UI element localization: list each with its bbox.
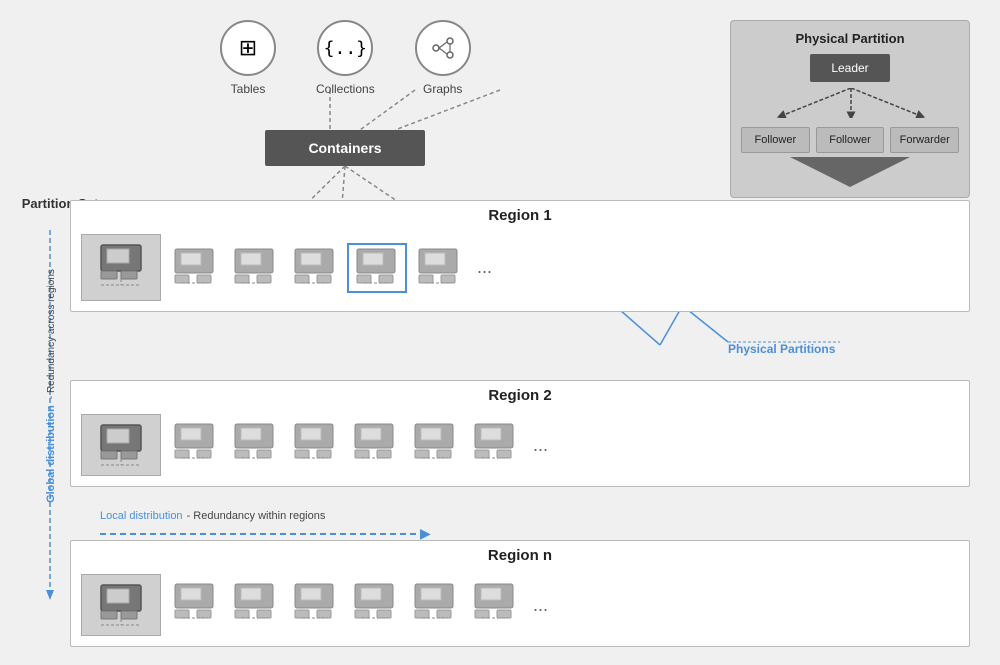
physical-partitions-label: Physical Partitions	[728, 342, 835, 356]
server-node-r2-1	[169, 422, 221, 469]
follower-box-1: Follower	[741, 127, 810, 153]
collections-icon-group: {..} Collections	[316, 20, 375, 96]
server-node-r3-4	[349, 582, 401, 629]
server-node-r2-4	[349, 422, 401, 469]
local-dist-label: Local distribution	[100, 510, 183, 522]
server-node-r3-6	[469, 582, 521, 629]
region-3-header: Region n	[71, 541, 969, 568]
tables-label: Tables	[231, 82, 266, 96]
region-2-header: Region 2	[71, 381, 969, 408]
collections-label: Collections	[316, 82, 375, 96]
region-1-header: Region 1	[71, 201, 969, 228]
collections-icon: {..}	[317, 20, 373, 76]
global-dist-label: Global distribution - Redundancy across …	[45, 269, 57, 503]
follower-box-2: Follower	[816, 127, 885, 153]
server-node-r2-5	[409, 422, 461, 469]
forwarder-box: Forwarder	[890, 127, 959, 153]
tables-icon: ⊞	[220, 20, 276, 76]
region-3-ellipsis: ...	[529, 595, 548, 616]
server-icon-ps1	[91, 241, 151, 294]
server-node-r1-3	[289, 247, 341, 289]
region-1-rows: ...	[71, 228, 969, 311]
server-node-r1-2	[229, 247, 281, 289]
local-dist-suffix: - Redundancy within regions	[187, 510, 326, 522]
graphs-icon	[415, 20, 471, 76]
graphs-label: Graphs	[423, 82, 462, 96]
region-2-container: Region 2 ...	[70, 380, 970, 487]
server-node-r1-4-highlight	[349, 245, 405, 291]
physical-partition-title: Physical Partition	[741, 31, 959, 46]
server-node-r2-2	[229, 422, 281, 469]
graphs-icon-group: Graphs	[415, 20, 471, 96]
main-canvas: ⊞ Tables {..} Collections Graphs Contai	[0, 0, 1000, 665]
server-node-r3-5	[409, 582, 461, 629]
local-distribution: Local distribution - Redundancy within r…	[100, 510, 431, 542]
region-2-rows: ...	[71, 408, 969, 486]
local-dist-text: Local distribution - Redundancy within r…	[100, 510, 431, 522]
local-dist-line	[100, 533, 420, 535]
region-1-ellipsis: ...	[473, 257, 492, 278]
region-1-ps-col	[81, 234, 161, 301]
funnel-shape	[790, 157, 910, 187]
region-2-ps-col	[81, 414, 161, 476]
server-node-r1-1	[169, 247, 221, 289]
region-3-ps-col	[81, 574, 161, 636]
server-node-r3-2	[229, 582, 281, 629]
region-3-rows: ...	[71, 568, 969, 646]
server-node-r3-1	[169, 582, 221, 629]
region-3-container: Region n ...	[70, 540, 970, 647]
server-node-r1-5	[413, 247, 465, 289]
leader-box: Leader	[810, 54, 890, 82]
region-1-container: Region 1	[70, 200, 970, 312]
server-node-r2-6	[469, 422, 521, 469]
server-node-r2-3	[289, 422, 341, 469]
physical-partition-box: Physical Partition Leader Follower Follo…	[730, 20, 970, 198]
region-2-ellipsis: ...	[529, 435, 548, 456]
server-node-r3-3	[289, 582, 341, 629]
containers-box: Containers	[265, 130, 425, 166]
follower-row: Follower Follower Forwarder	[741, 127, 959, 153]
tables-icon-group: ⊞ Tables	[220, 20, 276, 96]
leader-arrows	[741, 88, 961, 118]
top-icons-group: ⊞ Tables {..} Collections Graphs	[220, 20, 471, 96]
